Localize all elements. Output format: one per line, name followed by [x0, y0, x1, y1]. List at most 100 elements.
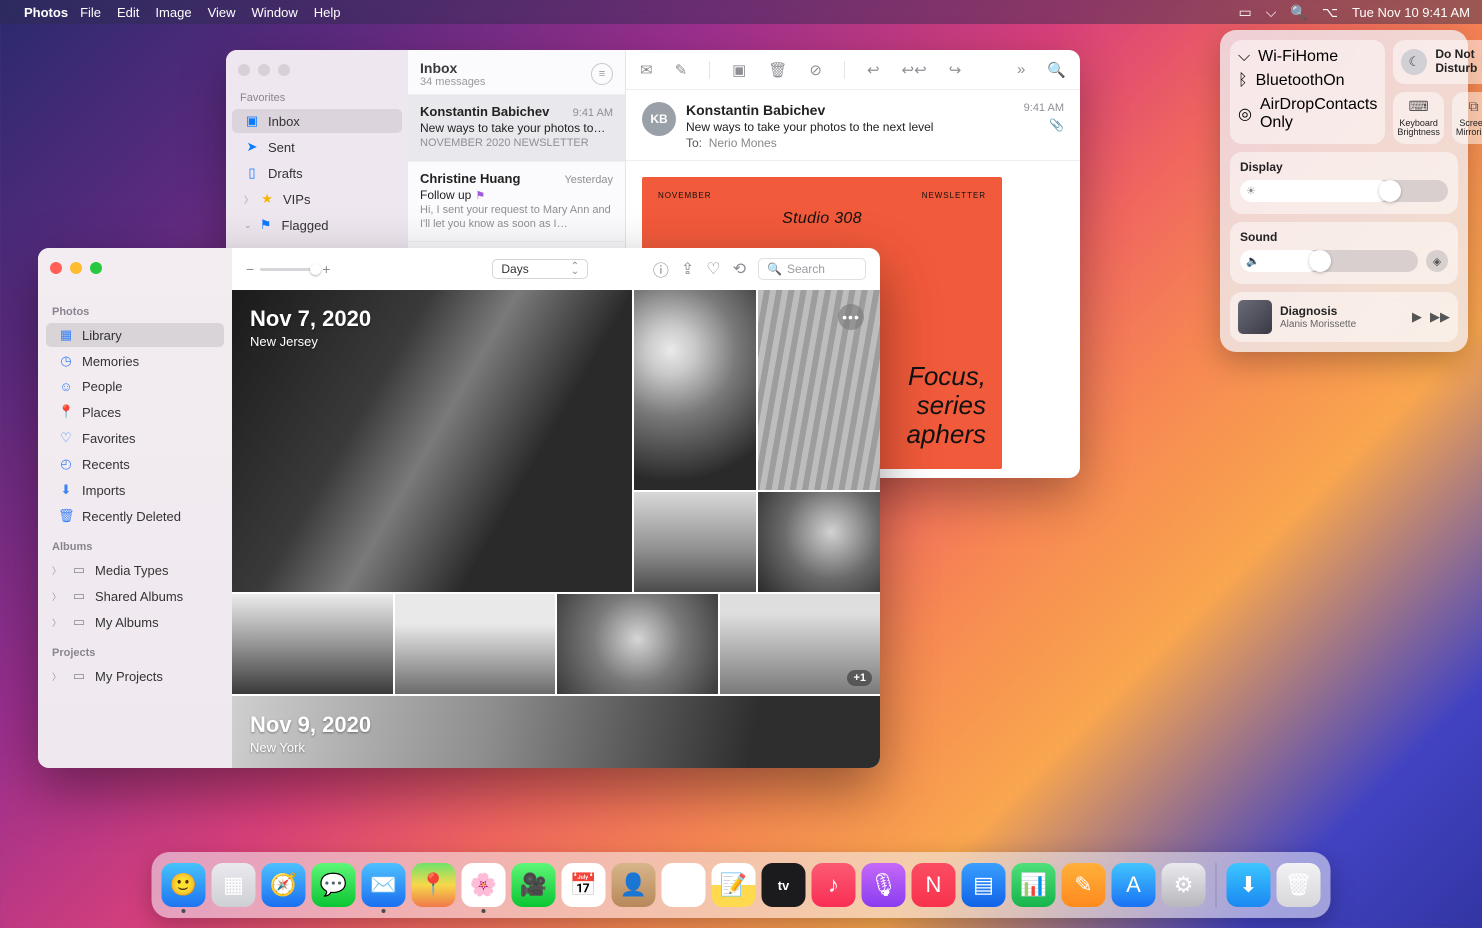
- scope-dropdown[interactable]: Days⌃⌄: [492, 259, 588, 279]
- compose-icon[interactable]: ✎: [675, 61, 688, 79]
- sidebar-item-media-types[interactable]: 〉▭Media Types: [46, 558, 224, 582]
- photo-thumbnail[interactable]: [232, 594, 393, 694]
- cc-airdrop[interactable]: ◎ AirDropContacts Only: [1238, 96, 1377, 132]
- mail-sidebar-flagged[interactable]: ⌄⚑Flagged: [232, 213, 402, 237]
- mail-filter-button[interactable]: ≡: [591, 63, 613, 85]
- day-more-button[interactable]: •••: [838, 304, 864, 330]
- sidebar-item-library[interactable]: ▦Library: [46, 323, 224, 347]
- cc-keyboard-brightness[interactable]: ⌨︎ Keyboard Brightness: [1393, 92, 1444, 145]
- sidebar-item-recently-deleted[interactable]: 🗑Recently Deleted: [46, 504, 224, 528]
- cc-bluetooth[interactable]: ᛒ BluetoothOn: [1238, 72, 1377, 90]
- cc-wifi[interactable]: ⌵ Wi-FiHome: [1238, 48, 1377, 66]
- envelope-icon[interactable]: ✉︎: [640, 61, 653, 79]
- sidebar-item-favorites[interactable]: ♡Favorites: [46, 426, 224, 450]
- trash-icon[interactable]: 🗑: [768, 61, 787, 79]
- menu-view[interactable]: View: [208, 5, 236, 20]
- photo-thumbnail[interactable]: [557, 594, 718, 694]
- dock-app-messages[interactable]: 💬: [312, 863, 356, 907]
- dock-app-app-store[interactable]: A: [1112, 863, 1156, 907]
- cc-sound-slider[interactable]: 🔈: [1240, 250, 1418, 272]
- archive-icon[interactable]: ▣: [732, 61, 746, 79]
- control-center-icon[interactable]: ⌥: [1322, 4, 1338, 21]
- search-input[interactable]: 🔍Search: [758, 258, 866, 280]
- sidebar-item-memories[interactable]: ◷Memories: [46, 349, 224, 373]
- next-icon[interactable]: ▶▶: [1430, 309, 1450, 325]
- menu-window[interactable]: Window: [252, 5, 298, 20]
- menu-file[interactable]: File: [80, 5, 101, 20]
- sidebar-item-my-albums[interactable]: 〉▭My Albums: [46, 610, 224, 634]
- dock-app-podcasts[interactable]: 🎙: [862, 863, 906, 907]
- dock-app-pages[interactable]: ✎: [1062, 863, 1106, 907]
- traffic-max[interactable]: [90, 262, 102, 274]
- menubar-clock[interactable]: Tue Nov 10 9:41 AM: [1352, 5, 1470, 20]
- app-menu[interactable]: Photos: [24, 5, 68, 20]
- cc-dnd-label: Do Not Disturb: [1435, 48, 1482, 76]
- play-icon[interactable]: ▶: [1412, 309, 1422, 325]
- traffic-close[interactable]: [238, 64, 250, 76]
- rotate-icon[interactable]: ⟲: [733, 259, 746, 279]
- dock-app-keynote[interactable]: ▤: [962, 863, 1006, 907]
- dock-app-music[interactable]: ♪: [812, 863, 856, 907]
- menu-image[interactable]: Image: [155, 5, 191, 20]
- dock-app-news[interactable]: N: [912, 863, 956, 907]
- dock-app-notes[interactable]: 📝: [712, 863, 756, 907]
- dock-downloads[interactable]: ⬇︎: [1227, 863, 1271, 907]
- favorite-icon[interactable]: ♡: [706, 259, 720, 279]
- more-icon[interactable]: »: [1017, 61, 1025, 78]
- mail-sidebar-drafts[interactable]: ▯Drafts: [232, 161, 402, 185]
- dock-app-photos[interactable]: 🌸: [462, 863, 506, 907]
- dock-app-launchpad[interactable]: ▦: [212, 863, 256, 907]
- share-icon[interactable]: ⇪: [681, 259, 694, 279]
- dock-app-numbers[interactable]: 📊: [1012, 863, 1056, 907]
- spotlight-icon[interactable]: 🔍: [1290, 4, 1307, 21]
- dock-trash[interactable]: 🗑: [1277, 863, 1321, 907]
- photo-thumbnail[interactable]: [634, 492, 756, 592]
- photo-thumbnail[interactable]: [758, 492, 880, 592]
- traffic-min[interactable]: [258, 64, 270, 76]
- mail-sidebar-vips[interactable]: 〉★VIPs: [232, 187, 402, 211]
- battery-icon[interactable]: ▭: [1239, 4, 1252, 21]
- reply-all-icon[interactable]: ↩︎↩︎: [902, 61, 927, 79]
- photo-thumbnail[interactable]: [634, 290, 756, 490]
- sidebar-item-places[interactable]: 📍Places: [46, 400, 224, 424]
- sidebar-item-people[interactable]: ☺︎People: [46, 375, 224, 398]
- cc-airplay-audio[interactable]: ◈: [1426, 250, 1448, 272]
- traffic-max[interactable]: [278, 64, 290, 76]
- cc-screen-mirroring[interactable]: ⧉ Screen Mirroring: [1452, 92, 1482, 145]
- mail-message-row[interactable]: Konstantin Babichev9:41 AM New ways to t…: [408, 95, 625, 162]
- dock-app-calendar[interactable]: 📅: [562, 863, 606, 907]
- junk-icon[interactable]: ⊘: [809, 61, 822, 79]
- search-icon[interactable]: 🔍: [1047, 61, 1066, 79]
- dock-app-mail[interactable]: ✉️: [362, 863, 406, 907]
- dock-app-contacts[interactable]: 👤: [612, 863, 656, 907]
- cc-now-playing[interactable]: Diagnosis Alanis Morissette ▶ ▶▶: [1230, 292, 1458, 342]
- mail-message-row[interactable]: Christine HuangYesterday Follow up⚑ Hi, …: [408, 162, 625, 243]
- dock-app-reminders[interactable]: ☑︎: [662, 863, 706, 907]
- sidebar-item-recents[interactable]: ◴Recents: [46, 452, 224, 476]
- dock-app-maps[interactable]: 📍: [412, 863, 456, 907]
- info-icon[interactable]: ⓘ: [653, 257, 669, 281]
- reply-icon[interactable]: ↩︎: [867, 61, 880, 79]
- wifi-icon[interactable]: ⌵: [1266, 4, 1277, 21]
- sidebar-item-shared-albums[interactable]: 〉▭Shared Albums: [46, 584, 224, 608]
- dock-app-finder[interactable]: 🙂: [162, 863, 206, 907]
- cc-dnd[interactable]: ☾ Do Not Disturb: [1393, 40, 1482, 84]
- zoom-slider[interactable]: −+: [246, 261, 330, 277]
- menu-edit[interactable]: Edit: [117, 5, 139, 20]
- sidebar-item-imports[interactable]: ⬇︎Imports: [46, 478, 224, 502]
- traffic-close[interactable]: [50, 262, 62, 274]
- cc-display-slider[interactable]: ☀︎: [1240, 180, 1448, 202]
- traffic-min[interactable]: [70, 262, 82, 274]
- dock-app-safari[interactable]: 🧭: [262, 863, 306, 907]
- sidebar-item-my-projects[interactable]: 〉▭My Projects: [46, 664, 224, 688]
- dock-app-system-preferences[interactable]: ⚙︎: [1162, 863, 1206, 907]
- mail-sidebar-sent[interactable]: ➤Sent: [232, 135, 402, 159]
- menu-help[interactable]: Help: [314, 5, 341, 20]
- photos-gallery[interactable]: Nov 7, 2020 New Jersey ••• +1: [232, 290, 880, 768]
- photo-thumbnail[interactable]: [395, 594, 556, 694]
- dock-app-tv[interactable]: tv: [762, 863, 806, 907]
- photo-thumbnail[interactable]: +1: [720, 594, 881, 694]
- forward-icon[interactable]: ↪︎: [949, 61, 962, 79]
- dock-app-facetime[interactable]: 🎥: [512, 863, 556, 907]
- mail-sidebar-inbox[interactable]: ▣Inbox: [232, 109, 402, 133]
